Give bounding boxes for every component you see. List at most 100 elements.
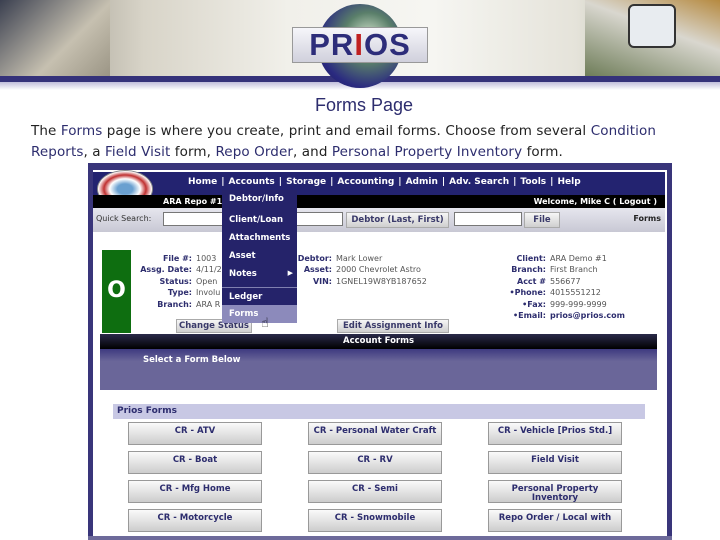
- field-label: •Email:: [513, 311, 546, 321]
- field-row: Status: Open: [134, 276, 222, 287]
- intro-text: The Forms page is where you create, prin…: [31, 121, 711, 163]
- field-row: Branch: First Branch: [478, 264, 625, 275]
- nav-separator: |: [330, 177, 334, 187]
- edit-assignment-button[interactable]: Edit Assignment Info: [337, 319, 449, 333]
- form-button[interactable]: CR - Vehicle [Prios Std.]: [488, 422, 622, 445]
- form-button[interactable]: CR - Boat: [128, 451, 262, 474]
- nav-link-accounts[interactable]: Accounts: [229, 177, 275, 187]
- nav-link-storage[interactable]: Storage: [286, 177, 326, 187]
- field-label: VIN:: [312, 276, 332, 286]
- field-value: ARA Demo #1: [550, 254, 607, 263]
- nav-link-admin[interactable]: Admin: [406, 177, 438, 187]
- hand-cursor-icon: ☝: [261, 316, 269, 331]
- nav-separator: |: [221, 177, 225, 187]
- intro-keyword: Forms: [60, 123, 103, 139]
- field-value: Involu: [196, 288, 221, 298]
- field-label: •Phone:: [509, 288, 547, 298]
- form-button[interactable]: CR - ATV: [128, 422, 262, 445]
- form-button[interactable]: CR - Snowmobile: [308, 509, 442, 532]
- form-button[interactable]: CR - Semi: [308, 480, 442, 503]
- file-search-button[interactable]: File: [524, 212, 560, 228]
- field-value: 1GNEL19W8YB187652: [336, 276, 427, 286]
- field-row: Debtor: Mark Lower: [292, 253, 427, 264]
- file-search-input[interactable]: [454, 212, 522, 226]
- section-label: Forms: [633, 214, 661, 223]
- intro-keyword: Personal Property Inventory: [331, 144, 523, 160]
- field-label: Status:: [159, 276, 192, 286]
- field-label: Type:: [167, 288, 192, 298]
- intro-keyword: Repo Order: [215, 144, 294, 160]
- page-title: Forms Page: [314, 95, 414, 115]
- account-forms-header: Account Forms: [100, 334, 657, 349]
- nav-link-accounting[interactable]: Accounting: [337, 177, 394, 187]
- intro-text-segment: page is where you create, print and emai…: [102, 123, 591, 139]
- quick-search-label: Quick Search:: [96, 214, 152, 223]
- field-value: 999-999-9999: [550, 299, 607, 309]
- form-button[interactable]: CR - Motorcycle: [128, 509, 262, 532]
- form-button[interactable]: Personal Property Inventory: [488, 480, 622, 503]
- intro-text-segment: form,: [170, 144, 216, 160]
- field-value: 556677: [550, 276, 581, 286]
- banner-photo-driver: [0, 0, 110, 78]
- menu-item-ledger[interactable]: Ledger: [222, 287, 297, 305]
- field-row: Branch: ARA R: [134, 299, 222, 310]
- account-fields-right: Client: ARA Demo #1 Branch: First Branch Acc…: [478, 253, 625, 321]
- field-row: VIN: 1GNEL19W8YB187652: [292, 276, 427, 287]
- field-label: •Fax:: [522, 299, 546, 309]
- account-fields-left: File #: 1003 Assg. Date: 4/11/2 Status: Open T…: [134, 253, 222, 310]
- field-label: Acct #: [517, 276, 546, 286]
- nav-separator: |: [441, 177, 446, 187]
- field-value: 4015551212: [550, 288, 601, 298]
- field-label: Branch:: [511, 265, 546, 275]
- nav-link-help[interactable]: Help: [557, 177, 580, 187]
- field-label: Branch:: [157, 299, 192, 309]
- accounts-dropdown-menu: Debtor/Info Client/Loan Attachments Asset No…: [222, 190, 297, 323]
- quick-search-bar: Quick Search: Debtor (Last, First) File …: [93, 208, 665, 232]
- account-fields-middle: Debtor: Mark Lower Asset: 2000 Chevrolet As…: [292, 253, 427, 287]
- user-bar: ARA Repo #1 Welcome, Mike C ( Logout ): [93, 195, 665, 208]
- nav-link-tools[interactable]: Tools: [520, 177, 546, 187]
- nav-separator: |: [398, 177, 402, 187]
- field-value: 2000 Chevrolet Astro: [336, 265, 421, 275]
- field-value[interactable]: prios@prios.com: [550, 311, 625, 320]
- menu-item-notes[interactable]: Notes ▶: [222, 265, 297, 283]
- field-value: 1003: [196, 254, 217, 263]
- field-label: Assg. Date:: [140, 265, 192, 275]
- menu-item-asset[interactable]: Asset: [222, 247, 297, 265]
- field-row: Asset: 2000 Chevrolet Astro: [292, 264, 427, 275]
- menu-item-debtor-info[interactable]: Debtor/Info: [222, 190, 297, 208]
- field-row: •Fax: 999-999-9999: [478, 299, 625, 310]
- nav-link-home[interactable]: Home: [188, 177, 217, 187]
- field-label: Debtor:: [297, 254, 332, 263]
- nav-link-adv-search[interactable]: Adv. Search: [449, 177, 509, 187]
- field-label: Client:: [516, 254, 547, 263]
- debtor-search-button[interactable]: Debtor (Last, First): [346, 212, 449, 228]
- welcome-logout[interactable]: Welcome, Mike C ( Logout ): [534, 197, 657, 206]
- field-value: Mark Lower: [336, 254, 383, 263]
- nav-separator: |: [550, 177, 554, 187]
- form-button[interactable]: CR - RV: [308, 451, 442, 474]
- nav-links: Home | Accounts | Storage | Accounting | Admin | A…: [186, 177, 583, 187]
- menu-item-client-loan[interactable]: Client/Loan: [222, 211, 297, 229]
- menu-item-forms[interactable]: Forms: [222, 305, 297, 323]
- menu-item-attachments[interactable]: Attachments: [222, 229, 297, 247]
- prios-logo: PRIOS: [292, 27, 428, 63]
- field-row: Acct # 556677: [478, 276, 625, 287]
- frame-bottom: [88, 536, 672, 540]
- field-label: File #:: [162, 254, 192, 263]
- form-button[interactable]: CR - Mfg Home: [128, 480, 262, 503]
- form-button[interactable]: Field Visit: [488, 451, 622, 474]
- select-form-label: Select a Form Below: [143, 355, 241, 365]
- prios-forms-header: Prios Forms: [113, 404, 645, 419]
- field-label: Asset:: [303, 265, 332, 275]
- nav-separator: |: [278, 177, 283, 187]
- intro-text-segment: The: [31, 123, 61, 139]
- intro-text-segment: form.: [522, 144, 563, 160]
- form-button[interactable]: Repo Order / Local with: [488, 509, 622, 532]
- intro-text-segment: , a: [83, 144, 106, 160]
- form-button[interactable]: CR - Personal Water Craft: [308, 422, 442, 445]
- field-value: First Branch: [550, 265, 598, 275]
- field-row: Type: Involu: [134, 287, 222, 298]
- status-badge: O: [102, 250, 131, 333]
- field-value: ARA R: [196, 299, 221, 309]
